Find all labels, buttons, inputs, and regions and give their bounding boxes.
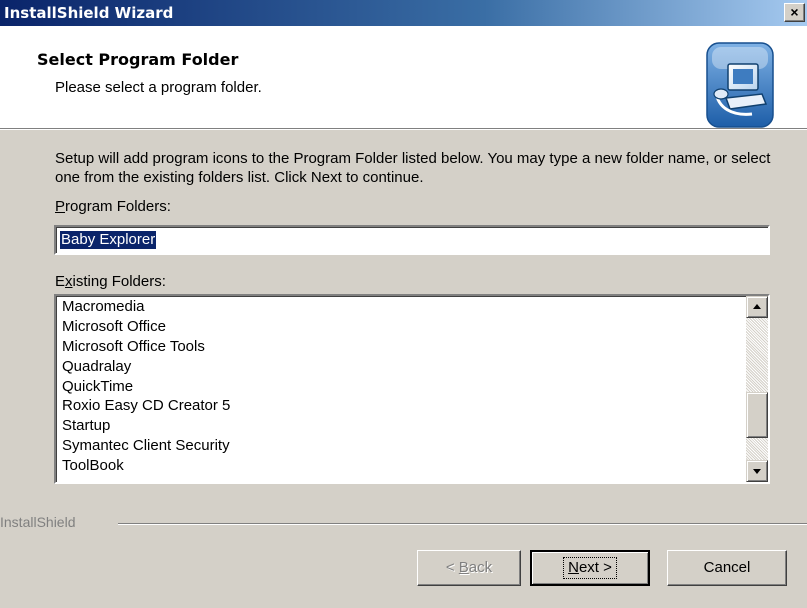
next-label-text: ext > — [578, 559, 612, 576]
scrollbar-thumb[interactable] — [746, 392, 768, 438]
back-button[interactable]: < Back — [417, 550, 521, 586]
program-folders-label-text: rogram Folders: — [65, 198, 171, 215]
arrow-up-icon — [753, 304, 761, 309]
program-folder-input[interactable]: Baby Explorer — [54, 225, 770, 255]
header-divider — [0, 129, 807, 130]
existing-folders-label-pre: E — [55, 273, 66, 290]
program-folders-mnemonic: P — [55, 198, 66, 215]
title-bar: InstallShield Wizard × — [0, 0, 807, 26]
window-title: InstallShield Wizard — [4, 4, 174, 22]
intro-text: Setup will add program icons to the Prog… — [55, 150, 771, 186]
list-item[interactable]: QuickTime — [62, 377, 230, 397]
vertical-scrollbar[interactable] — [746, 296, 768, 482]
list-item[interactable]: Microsoft Office — [62, 317, 230, 337]
existing-folders-label: Existing Folders: — [55, 273, 166, 290]
list-item[interactable]: Quadralay — [62, 357, 230, 377]
back-mnemonic: B — [458, 559, 469, 576]
list-item[interactable]: ToolBook — [62, 456, 230, 476]
folder-list-items: Macromedia Microsoft Office Microsoft Of… — [62, 297, 230, 476]
scroll-down-button[interactable] — [746, 460, 768, 482]
next-button[interactable]: Next > — [530, 550, 650, 586]
list-item[interactable]: Microsoft Office Tools — [62, 337, 230, 357]
close-button[interactable]: × — [784, 3, 805, 22]
computer-setup-icon — [706, 42, 774, 128]
list-item[interactable]: Roxio Easy CD Creator 5 — [62, 396, 230, 416]
list-item[interactable]: Startup — [62, 416, 230, 436]
installshield-brand: InstallShield — [0, 514, 76, 530]
back-label-pre: < — [445, 559, 459, 576]
page-title: Select Program Folder — [37, 50, 239, 69]
next-mnemonic: N — [568, 559, 579, 576]
page-subtitle: Please select a program folder. — [55, 79, 262, 96]
back-label-text: ack — [468, 559, 493, 576]
footer-divider — [118, 523, 807, 525]
next-focus-ring: Next > — [563, 557, 617, 579]
list-item[interactable]: Symantec Client Security — [62, 436, 230, 456]
cancel-button[interactable]: Cancel — [667, 550, 787, 586]
close-icon: × — [790, 4, 799, 20]
program-folders-label: Program Folders: — [55, 198, 171, 215]
arrow-down-icon — [753, 469, 761, 474]
scroll-up-button[interactable] — [746, 296, 768, 318]
list-item[interactable]: Macromedia — [62, 297, 230, 317]
existing-folders-list[interactable]: Macromedia Microsoft Office Microsoft Of… — [54, 294, 770, 484]
existing-folders-mnemonic: x — [65, 273, 73, 290]
existing-folders-label-text: isting Folders: — [72, 273, 166, 290]
wizard-header: Select Program Folder Please select a pr… — [0, 26, 807, 129]
program-folder-value: Baby Explorer — [60, 231, 157, 249]
